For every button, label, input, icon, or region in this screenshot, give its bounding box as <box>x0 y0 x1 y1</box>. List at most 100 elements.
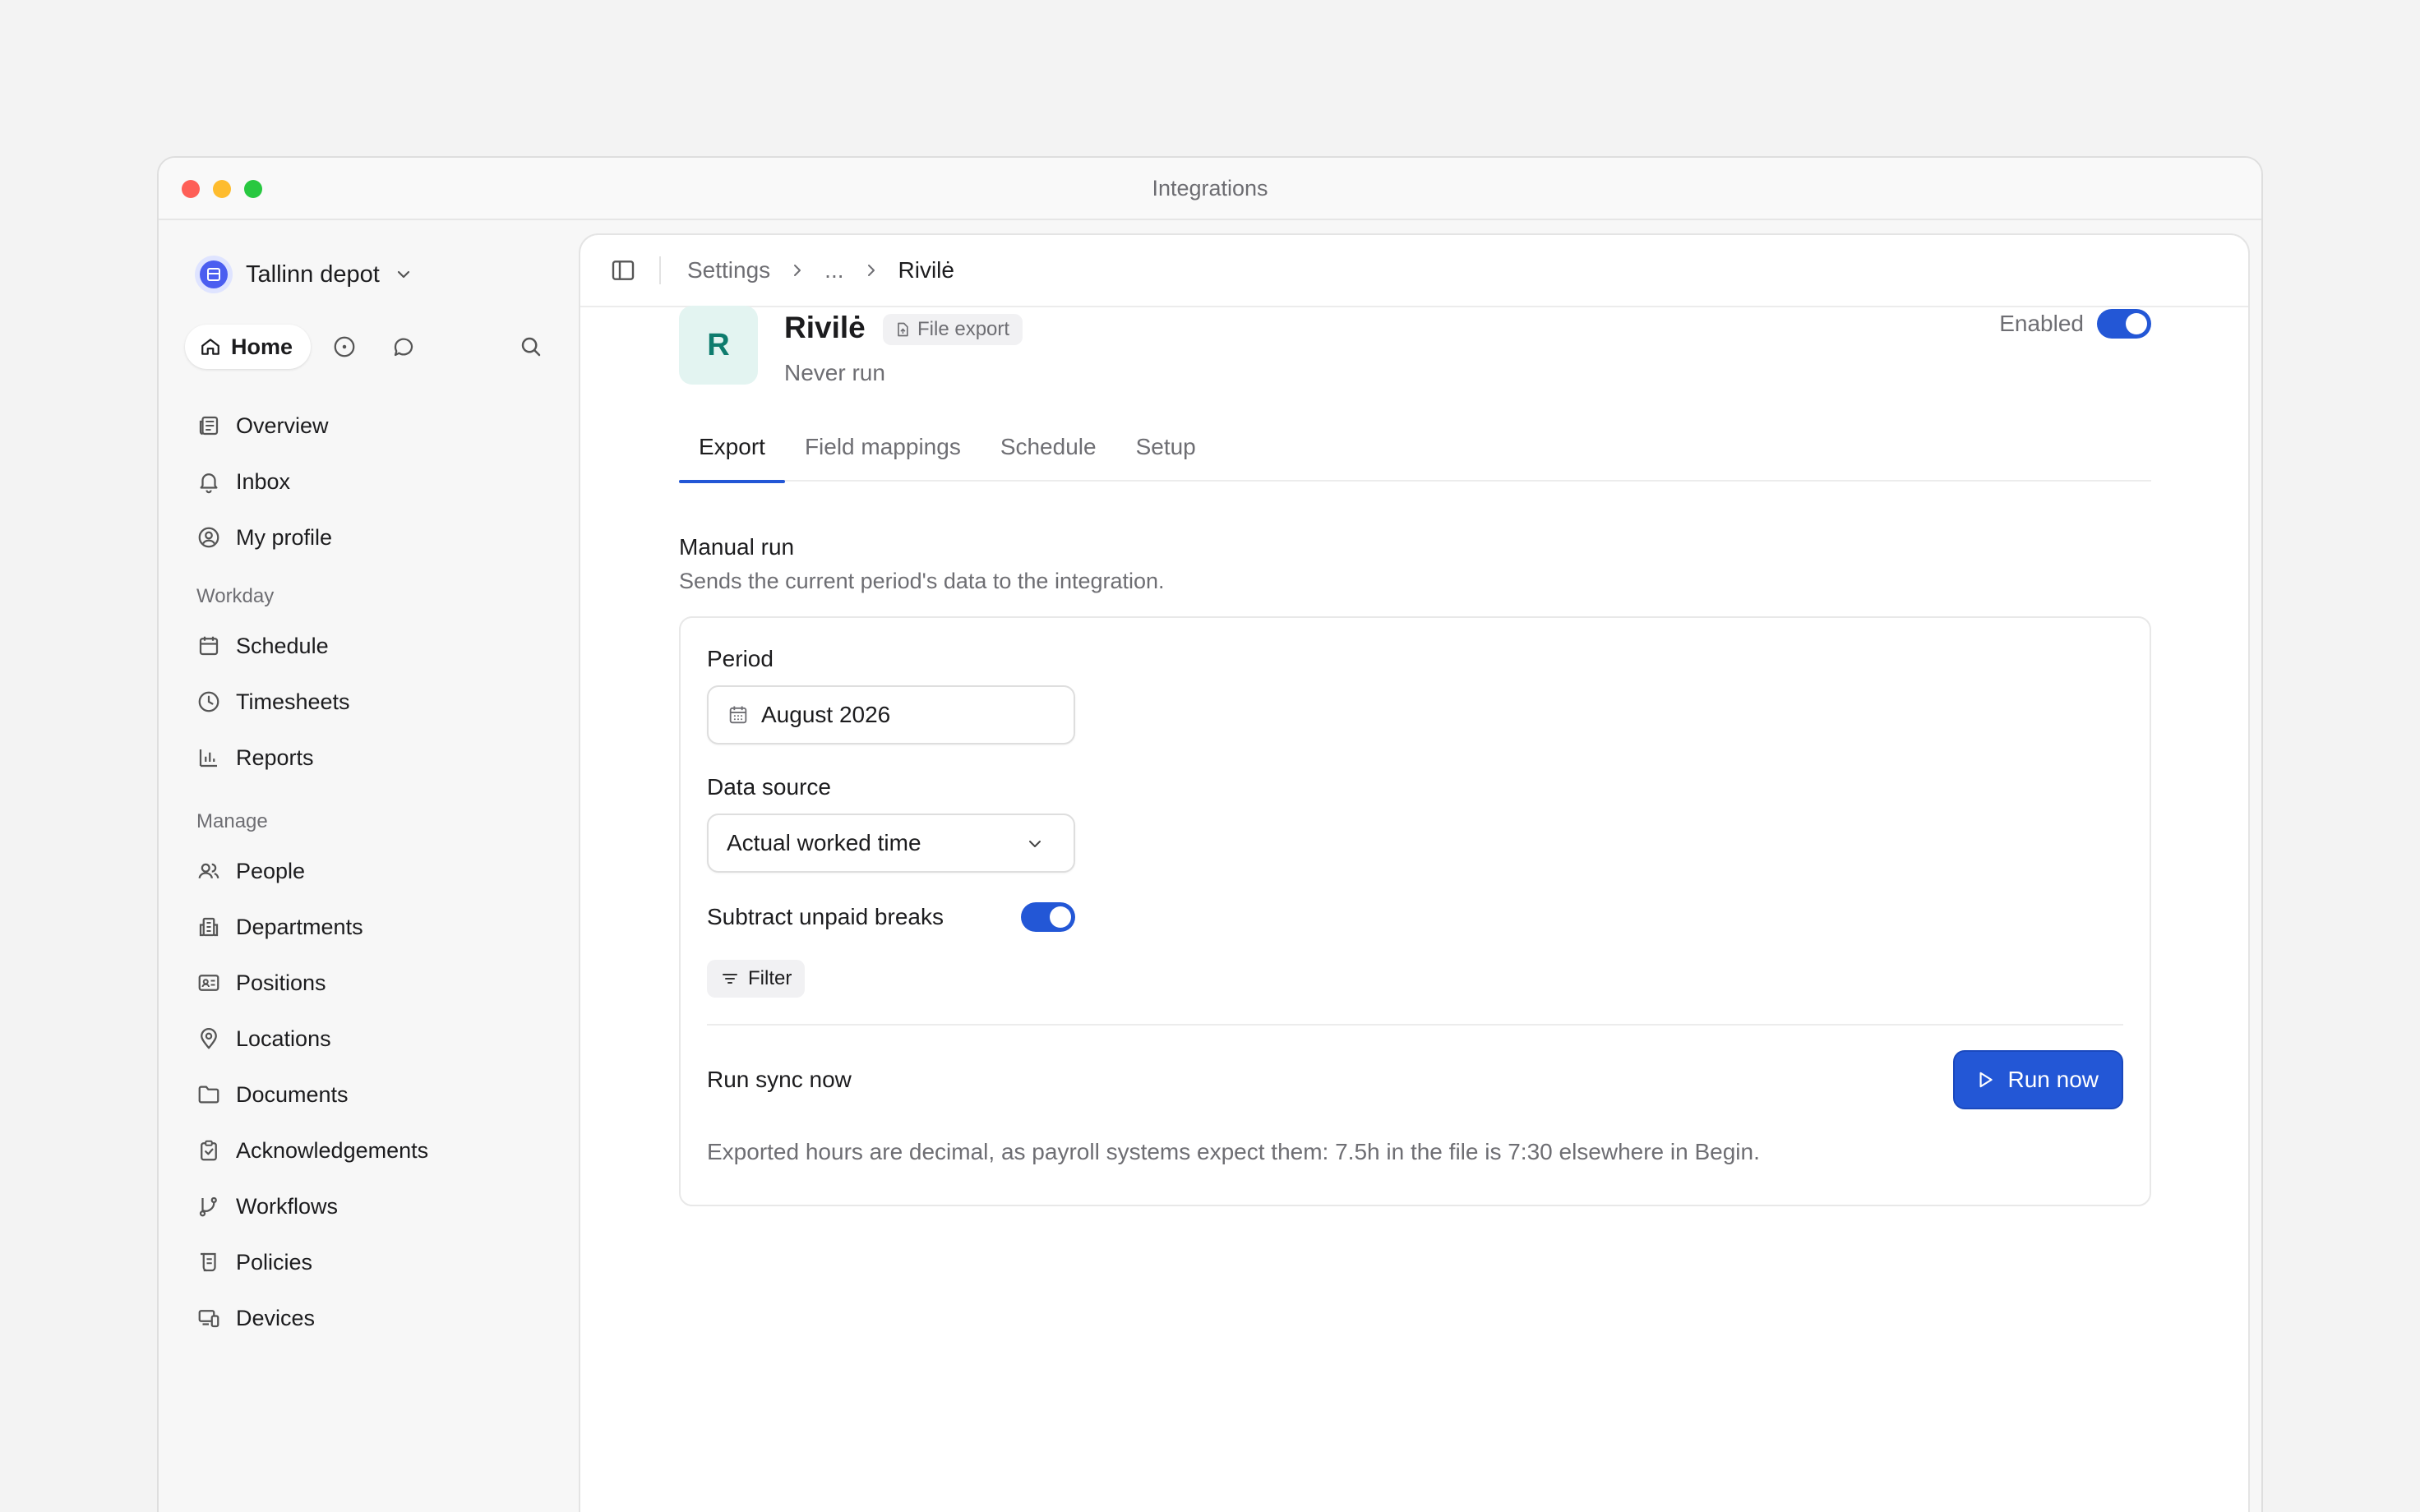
subtract-breaks-label: Subtract unpaid breaks <box>707 904 944 929</box>
sidebar-item-departments[interactable]: Departments <box>187 899 553 955</box>
messages-button[interactable] <box>381 325 426 369</box>
building-icon <box>199 917 219 937</box>
manual-run-card: Period August 2026 Data source Actual wo… <box>679 616 2151 1206</box>
sidebar-item-acknowledgements[interactable]: Acknowledgements <box>187 1122 553 1178</box>
calendar-icon <box>199 636 219 656</box>
divider <box>659 256 661 284</box>
integration-avatar: R <box>679 306 758 385</box>
sidebar-item-label: Inbox <box>236 468 291 494</box>
sidebar-item-label: Acknowledgements <box>236 1137 429 1163</box>
chevron-down-icon <box>1029 841 1041 847</box>
app-window: Integrations Tallinn depot Home Overview… <box>157 156 2263 1512</box>
play-icon <box>1979 1072 1993 1088</box>
sidebar-item-devices[interactable]: Devices <box>187 1290 553 1346</box>
activity-button[interactable] <box>322 325 367 369</box>
sidebar-item-label: Devices <box>236 1305 316 1330</box>
section-heading-workday: Workday <box>196 585 275 607</box>
enabled-label: Enabled <box>1999 311 2084 336</box>
run-now-button[interactable]: Run now <box>1953 1050 2123 1109</box>
sidebar-item-label: My profile <box>236 524 333 550</box>
sidebar-item-label: People <box>236 858 306 883</box>
sidebar-item-label: Locations <box>236 1026 331 1051</box>
map-pin-icon <box>201 1028 217 1049</box>
run-now-label: Run now <box>2007 1067 2099 1092</box>
sidebar-item-schedule[interactable]: Schedule <box>187 618 553 674</box>
period-label: Period <box>707 646 774 671</box>
chevron-down-icon <box>397 270 409 279</box>
devices-icon <box>198 1310 219 1328</box>
run-sync-label: Run sync now <box>707 1067 852 1092</box>
circle-dot-icon <box>334 336 355 357</box>
home-label: Home <box>231 334 293 359</box>
breadcrumb-ellipsis[interactable]: ... <box>824 257 843 284</box>
sidebar-item-my-profile[interactable]: My profile <box>187 509 553 565</box>
sidebar-item-label: Schedule <box>236 633 329 658</box>
breadcrumb: Settings ... Rivilė <box>687 257 954 284</box>
chat-bubble-icon <box>394 338 413 357</box>
period-picker[interactable]: August 2026 <box>707 685 1075 744</box>
sidebar-item-positions[interactable]: Positions <box>187 955 553 1011</box>
filter-label: Filter <box>748 967 792 989</box>
user-circle-icon <box>198 527 219 548</box>
workspace-avatar <box>195 256 233 293</box>
breadcrumb-current: Rivilė <box>898 257 954 283</box>
scroll-icon <box>201 1252 216 1272</box>
folder-icon <box>198 1086 219 1104</box>
chevron-right-icon <box>794 265 801 276</box>
sidebar-item-people[interactable]: People <box>187 843 553 899</box>
git-branch-icon <box>199 1196 217 1217</box>
primary-nav: Overview Inbox My profile <box>187 398 553 565</box>
sidebar-item-inbox[interactable]: Inbox <box>187 454 553 509</box>
chevron-right-icon <box>867 265 875 276</box>
sidebar-item-label: Departments <box>236 914 363 939</box>
sidebar-item-label: Documents <box>236 1081 349 1107</box>
breadcrumb-settings[interactable]: Settings <box>687 257 770 284</box>
sidebar-item-label: Positions <box>236 970 326 995</box>
title-bar: Integrations <box>159 158 2261 220</box>
tab-setup[interactable]: Setup <box>1116 429 1216 482</box>
filter-button[interactable]: Filter <box>707 960 806 998</box>
search-icon <box>521 337 541 357</box>
sidebar-toggle-icon[interactable] <box>610 257 636 284</box>
sidebar-item-label: Policies <box>236 1249 313 1275</box>
building-icon <box>207 268 220 281</box>
sidebar-item-policies[interactable]: Policies <box>187 1234 553 1290</box>
newspaper-icon <box>199 416 219 436</box>
enabled-toggle[interactable] <box>2097 309 2151 339</box>
tab-schedule[interactable]: Schedule <box>981 429 1116 482</box>
filter-icon <box>723 974 737 984</box>
file-export-icon <box>898 322 908 337</box>
sidebar-item-label: Timesheets <box>236 689 350 714</box>
search-button[interactable] <box>509 325 553 369</box>
id-card-icon <box>198 975 219 991</box>
sidebar-item-documents[interactable]: Documents <box>187 1067 553 1122</box>
period-value: August 2026 <box>761 702 891 727</box>
tab-field-mappings[interactable]: Field mappings <box>785 429 981 482</box>
bell-icon <box>200 473 218 494</box>
sidebar-item-workflows[interactable]: Workflows <box>187 1178 553 1234</box>
section-heading-manage: Manage <box>196 810 268 832</box>
tab-export[interactable]: Export <box>679 429 785 483</box>
home-button[interactable]: Home <box>185 325 312 369</box>
divider <box>707 1024 2123 1026</box>
sidebar-item-overview[interactable]: Overview <box>187 398 553 454</box>
main-panel: Settings ... Rivilė R Rivilė File export… <box>579 233 2250 1512</box>
section-description: Sends the current period's data to the i… <box>679 569 1165 593</box>
sidebar-item-label: Workflows <box>236 1193 339 1219</box>
top-bar: Settings ... Rivilė <box>580 235 2248 307</box>
sidebar: Tallinn depot Home Overview Inbox My pro… <box>159 220 578 1512</box>
calendar-icon <box>729 706 747 724</box>
tab-bar: Export Field mappings Schedule Setup <box>679 429 2151 483</box>
sidebar-item-locations[interactable]: Locations <box>187 1011 553 1067</box>
subtract-breaks-row: Subtract unpaid breaks <box>707 901 1075 933</box>
subtract-breaks-toggle[interactable] <box>1021 902 1075 932</box>
clipboard-check-icon <box>201 1140 217 1161</box>
integration-header: R Rivilė File export Never run Enabled <box>679 306 2151 388</box>
sidebar-top-nav: Home <box>185 324 553 370</box>
section-title: Manual run <box>679 534 795 560</box>
data-source-select[interactable]: Actual worked time <box>707 814 1075 873</box>
sidebar-item-timesheets[interactable]: Timesheets <box>187 674 553 730</box>
workspace-switcher[interactable]: Tallinn depot <box>195 253 413 296</box>
bar-chart-icon <box>199 749 217 768</box>
sidebar-item-reports[interactable]: Reports <box>187 730 553 786</box>
